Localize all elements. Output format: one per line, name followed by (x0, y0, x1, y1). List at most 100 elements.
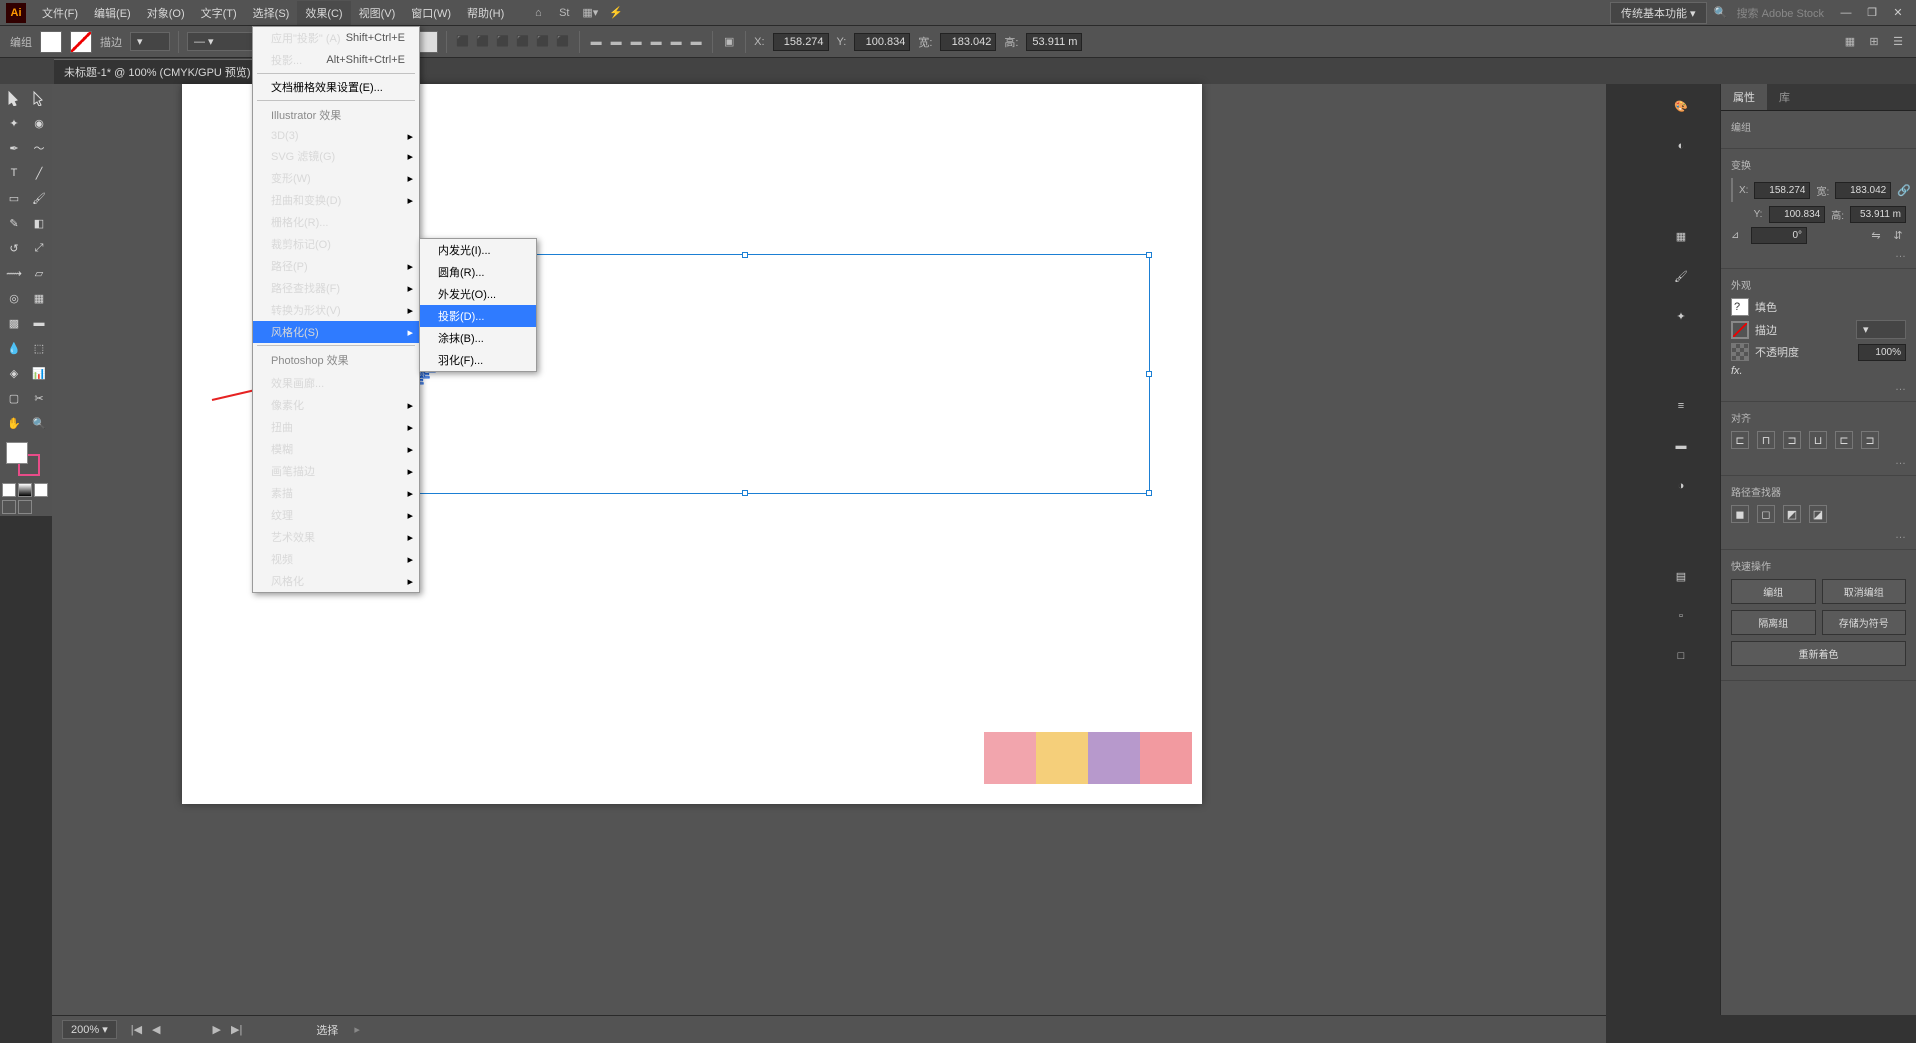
gpu-icon[interactable]: ⚡ (608, 5, 624, 21)
prop-y[interactable] (1769, 206, 1825, 223)
nav-last-icon[interactable]: ▶| (227, 1023, 246, 1036)
prop-angle[interactable] (1751, 227, 1807, 244)
workspace-switcher[interactable]: 传统基本功能 ▾ (1610, 2, 1707, 24)
btn-group[interactable]: 编组 (1731, 579, 1816, 604)
scale-tool[interactable]: ⤢ (27, 236, 51, 260)
link-wh-icon[interactable]: 🔗 (1897, 182, 1911, 198)
al-6[interactable]: ⊐ (1861, 431, 1879, 449)
artboard-tool[interactable]: ▢ (2, 386, 26, 410)
stroke-weight[interactable]: ▾ (130, 32, 170, 51)
dist-3-icon[interactable]: ▬ (628, 34, 644, 50)
align-hc-icon[interactable]: ⬛ (475, 34, 491, 50)
eraser-tool[interactable]: ◧ (27, 211, 51, 235)
document-tab[interactable]: 未标题-1* @ 100% (CMYK/GPU 预览) × (54, 59, 276, 84)
symbols-icon[interactable]: ✦ (1671, 306, 1691, 326)
sm-feather[interactable]: 羽化(F)... (420, 349, 536, 371)
dd-last-effect[interactable]: 投影...Alt+Shift+Ctrl+E (253, 49, 419, 71)
arrange-icon[interactable]: ▦▾ (582, 5, 598, 21)
dd-video[interactable]: 视频▸ (253, 548, 419, 570)
align-left-icon[interactable]: ⬛ (455, 34, 471, 50)
btn-ungroup[interactable]: 取消编组 (1822, 579, 1907, 604)
draw-mode-icon[interactable] (2, 500, 16, 514)
al-3[interactable]: ⊐ (1783, 431, 1801, 449)
rotate-tool[interactable]: ↺ (2, 236, 26, 260)
dd-blur[interactable]: 模糊▸ (253, 438, 419, 460)
gradient-tool[interactable]: ▬ (27, 311, 51, 335)
rect-tool[interactable]: ▭ (2, 186, 26, 210)
pf-exclude[interactable]: ◪ (1809, 505, 1827, 523)
pf-unite[interactable]: ◼ (1731, 505, 1749, 523)
dd-convert-shape[interactable]: 转换为形状(V)▸ (253, 299, 419, 321)
dd-pathfinder[interactable]: 路径查找器(F)▸ (253, 277, 419, 299)
sm-inner-glow[interactable]: 内发光(I)... (420, 239, 536, 261)
line-tool[interactable]: ╱ (27, 161, 51, 185)
dd-brush-stroke[interactable]: 画笔描边▸ (253, 460, 419, 482)
brush-tool[interactable]: 🖌 (27, 186, 51, 210)
magic-wand-tool[interactable]: ✦ (2, 111, 26, 135)
dd-svg[interactable]: SVG 滤镜(G)▸ (253, 145, 419, 167)
prop-x[interactable] (1754, 182, 1810, 199)
btn-symbol[interactable]: 存储为符号 (1822, 610, 1907, 635)
swatches-icon[interactable]: ▦ (1671, 226, 1691, 246)
menu-type[interactable]: 文字(T) (193, 1, 245, 25)
h-input[interactable] (1026, 33, 1082, 51)
dd-pixelate[interactable]: 像素化▸ (253, 394, 419, 416)
home-icon[interactable]: ⌂ (530, 5, 546, 21)
mesh-tool[interactable]: ▩ (2, 311, 26, 335)
nav-first-icon[interactable]: |◀ (127, 1023, 146, 1036)
fill-square[interactable] (6, 442, 28, 464)
al-5[interactable]: ⊏ (1835, 431, 1853, 449)
ref-point-icon[interactable] (1731, 178, 1733, 202)
shaper-tool[interactable]: ✎ (2, 211, 26, 235)
free-transform-tool[interactable]: ▱ (27, 261, 51, 285)
w-input[interactable] (940, 33, 996, 51)
flip-v-icon[interactable]: ⇵ (1890, 228, 1906, 244)
dist-4-icon[interactable]: ▬ (648, 34, 664, 50)
stroke-width-dd[interactable]: ▾ (1856, 320, 1906, 339)
menu-icon[interactable]: ☰ (1890, 34, 1906, 50)
sm-scribble[interactable]: 涂抹(B)... (420, 327, 536, 349)
dd-stylize2[interactable]: 风格化▸ (253, 570, 419, 592)
dd-path[interactable]: 路径(P)▸ (253, 255, 419, 277)
setup-icon[interactable]: ▦ (1842, 34, 1858, 50)
opacity-input[interactable] (1858, 344, 1906, 361)
menu-object[interactable]: 对象(O) (139, 1, 193, 25)
opacity-chip[interactable] (1731, 343, 1749, 361)
pf-intersect[interactable]: ◩ (1783, 505, 1801, 523)
eyedropper-tool[interactable]: 💧 (2, 336, 26, 360)
swatch-4[interactable] (1140, 732, 1192, 784)
brushes-icon[interactable]: 🖌 (1671, 266, 1691, 286)
fx-label[interactable]: fx. (1731, 365, 1743, 377)
transparency-icon[interactable]: ◑ (1671, 476, 1691, 496)
dd-crop[interactable]: 裁剪标记(O) (253, 233, 419, 255)
window-close[interactable]: ✕ (1886, 2, 1910, 24)
menu-help[interactable]: 帮助(H) (459, 1, 512, 25)
slice-tool[interactable]: ✂ (27, 386, 51, 410)
zoom-tool[interactable]: 🔍 (27, 411, 51, 435)
color-panel-icon[interactable]: 🎨 (1671, 96, 1691, 116)
dd-warp[interactable]: 变形(W)▸ (253, 167, 419, 189)
dd-3d[interactable]: 3D(3)▸ (253, 127, 419, 145)
sm-round-corner[interactable]: 圆角(R)... (420, 261, 536, 283)
btn-recolor[interactable]: 重新着色 (1731, 641, 1906, 666)
stroke-chip[interactable] (1731, 321, 1749, 339)
swatch-3[interactable] (1088, 732, 1140, 784)
nav-prev-icon[interactable]: ◀ (148, 1023, 164, 1036)
fill-swatch[interactable] (40, 31, 62, 53)
al-1[interactable]: ⊏ (1731, 431, 1749, 449)
al-4[interactable]: ⊔ (1809, 431, 1827, 449)
menu-file[interactable]: 文件(F) (34, 1, 86, 25)
hand-tool[interactable]: ✋ (2, 411, 26, 435)
prop-h[interactable] (1850, 206, 1906, 223)
nav-next-icon[interactable]: ▶ (209, 1023, 225, 1036)
dd-sketch[interactable]: 素描▸ (253, 482, 419, 504)
libraries-tab[interactable]: 库 (1767, 84, 1802, 110)
layers-icon[interactable]: ▤ (1671, 566, 1691, 586)
search-placeholder[interactable]: 搜索 Adobe Stock (1737, 5, 1824, 21)
type-tool[interactable]: T (2, 161, 26, 185)
menu-select[interactable]: 选择(S) (245, 1, 298, 25)
dd-gallery[interactable]: 效果画廊... (253, 372, 419, 394)
swatch-2[interactable] (1036, 732, 1088, 784)
sm-outer-glow[interactable]: 外发光(O)... (420, 283, 536, 305)
menu-view[interactable]: 视图(V) (351, 1, 404, 25)
